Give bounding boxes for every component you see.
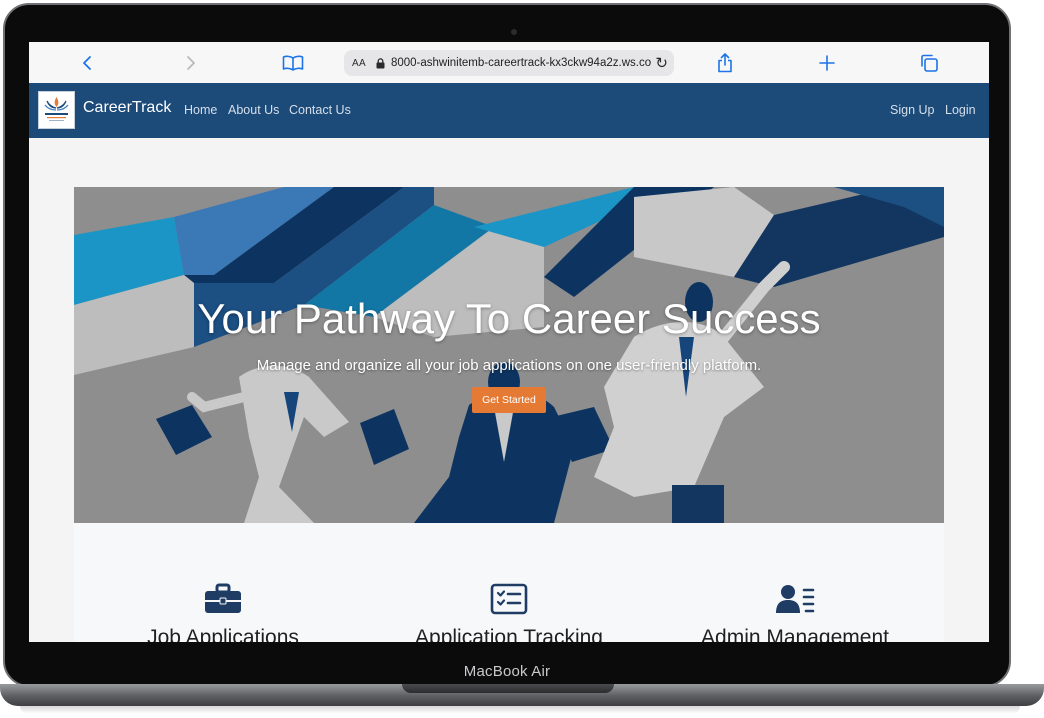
share-icon[interactable] [715,42,735,83]
laptop-hinge-notch [402,684,614,693]
device-label: MacBook Air [463,663,551,680]
feature-title: Job Applications [147,626,299,642]
url-text: 8000-ashwinitemb-careertrack-kx3ckw94a2z… [390,57,651,69]
forward-icon[interactable] [181,42,201,83]
lock-icon [376,58,385,69]
feature-title: Admin Management [701,626,889,642]
text-size-button[interactable]: AA [352,58,366,69]
hero-subtitle: Manage and organize all your job applica… [256,357,762,374]
reload-icon[interactable]: ↻ [655,54,668,72]
back-icon[interactable] [77,42,97,83]
address-bar[interactable]: AA 8000-ashwinitemb-careertrack-kx3ckw94… [344,50,674,76]
camera [511,29,517,35]
site-navbar: CareerTrack Home About Us Contact Us Sig… [29,83,989,138]
browser-screen: AA 8000-ashwinitemb-careertrack-kx3ckw94… [29,42,989,642]
hero-banner: Your Pathway To Career Success Manage an… [74,187,944,523]
laptop-shadow [20,706,1020,714]
feature-job-applications: Job Applications [108,583,338,642]
nav-home-link[interactable]: Home [184,103,217,117]
briefcase-icon [108,583,338,619]
get-started-button[interactable]: Get Started [472,387,546,413]
nav-about-link[interactable]: About Us [228,103,279,117]
nav-contact-link[interactable]: Contact Us [289,103,351,117]
feature-admin-management: Admin Management [680,583,910,642]
careertrack-logo[interactable] [38,91,75,129]
browser-toolbar: AA 8000-ashwinitemb-careertrack-kx3ckw94… [29,42,989,84]
nav-login-link[interactable]: Login [945,103,976,117]
bookmarks-icon[interactable] [281,42,305,83]
hero-illustration [74,187,944,523]
hero-title: Your Pathway To Career Success [197,295,821,342]
brand-name[interactable]: CareerTrack [83,99,171,117]
new-tab-icon[interactable] [817,42,837,83]
tabs-icon[interactable] [919,42,939,83]
nav-signup-link[interactable]: Sign Up [890,103,934,117]
feature-title: Application Tracking [415,626,603,642]
user-list-icon [680,583,910,619]
features-section: Job Applications Application Tracking Ad… [74,523,944,642]
feature-application-tracking: Application Tracking [394,583,624,642]
checklist-icon [394,583,624,619]
